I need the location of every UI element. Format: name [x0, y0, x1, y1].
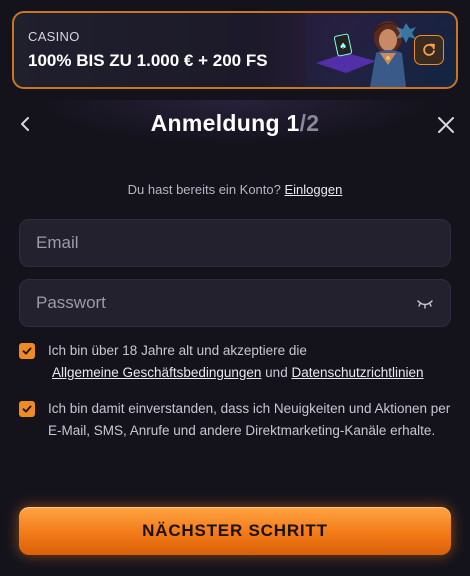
email-field[interactable] [19, 219, 451, 267]
privacy-link[interactable]: Datenschutzrichtlinien [291, 365, 423, 380]
page-title: Anmeldung 1/2 [0, 110, 470, 137]
svg-text:♠: ♠ [339, 42, 347, 52]
terms-links-row: Allgemeine Geschäftsbedingungen und Date… [48, 362, 453, 384]
checkmark-icon [22, 405, 32, 413]
age-terms-text: Ich bin über 18 Jahre alt und akzeptiere… [48, 340, 453, 384]
close-button[interactable] [434, 113, 458, 137]
age-terms-checkbox[interactable] [19, 343, 35, 359]
password-input[interactable] [20, 280, 450, 326]
refresh-icon [423, 43, 435, 56]
login-prompt: Du hast bereits ein Konto? Einloggen [0, 182, 470, 197]
banner-promo-text: 100% BIS ZU 1.000 € + 200 FS [28, 51, 268, 70]
login-link[interactable]: Einloggen [285, 182, 343, 197]
email-input[interactable] [20, 220, 450, 266]
next-step-button[interactable]: NÄCHSTER SCHRITT [19, 507, 451, 555]
close-icon [438, 117, 454, 133]
password-field[interactable] [19, 279, 451, 327]
banner-refresh-button[interactable] [414, 35, 444, 65]
terms-and: und [265, 365, 288, 380]
checkmark-icon [22, 347, 32, 355]
marketing-consent-text: Ich bin damit einverstanden, dass ich Ne… [48, 401, 451, 438]
page-title-main: Anmeldung 1 [150, 110, 300, 136]
eye-closed-icon[interactable] [416, 296, 434, 312]
page-title-total: /2 [299, 110, 320, 136]
login-prompt-text: Du hast bereits ein Konto? [127, 182, 281, 197]
banner-category: CASINO [28, 29, 80, 44]
marketing-consent-checkbox[interactable] [19, 401, 35, 417]
terms-link[interactable]: Allgemeine Geschäftsbedingungen [52, 365, 261, 380]
age-terms-line: Ich bin über 18 Jahre alt und akzeptiere… [48, 343, 307, 358]
promo-banner[interactable]: CASINO 100% BIS ZU 1.000 € + 200 FS ♠ [12, 11, 458, 89]
